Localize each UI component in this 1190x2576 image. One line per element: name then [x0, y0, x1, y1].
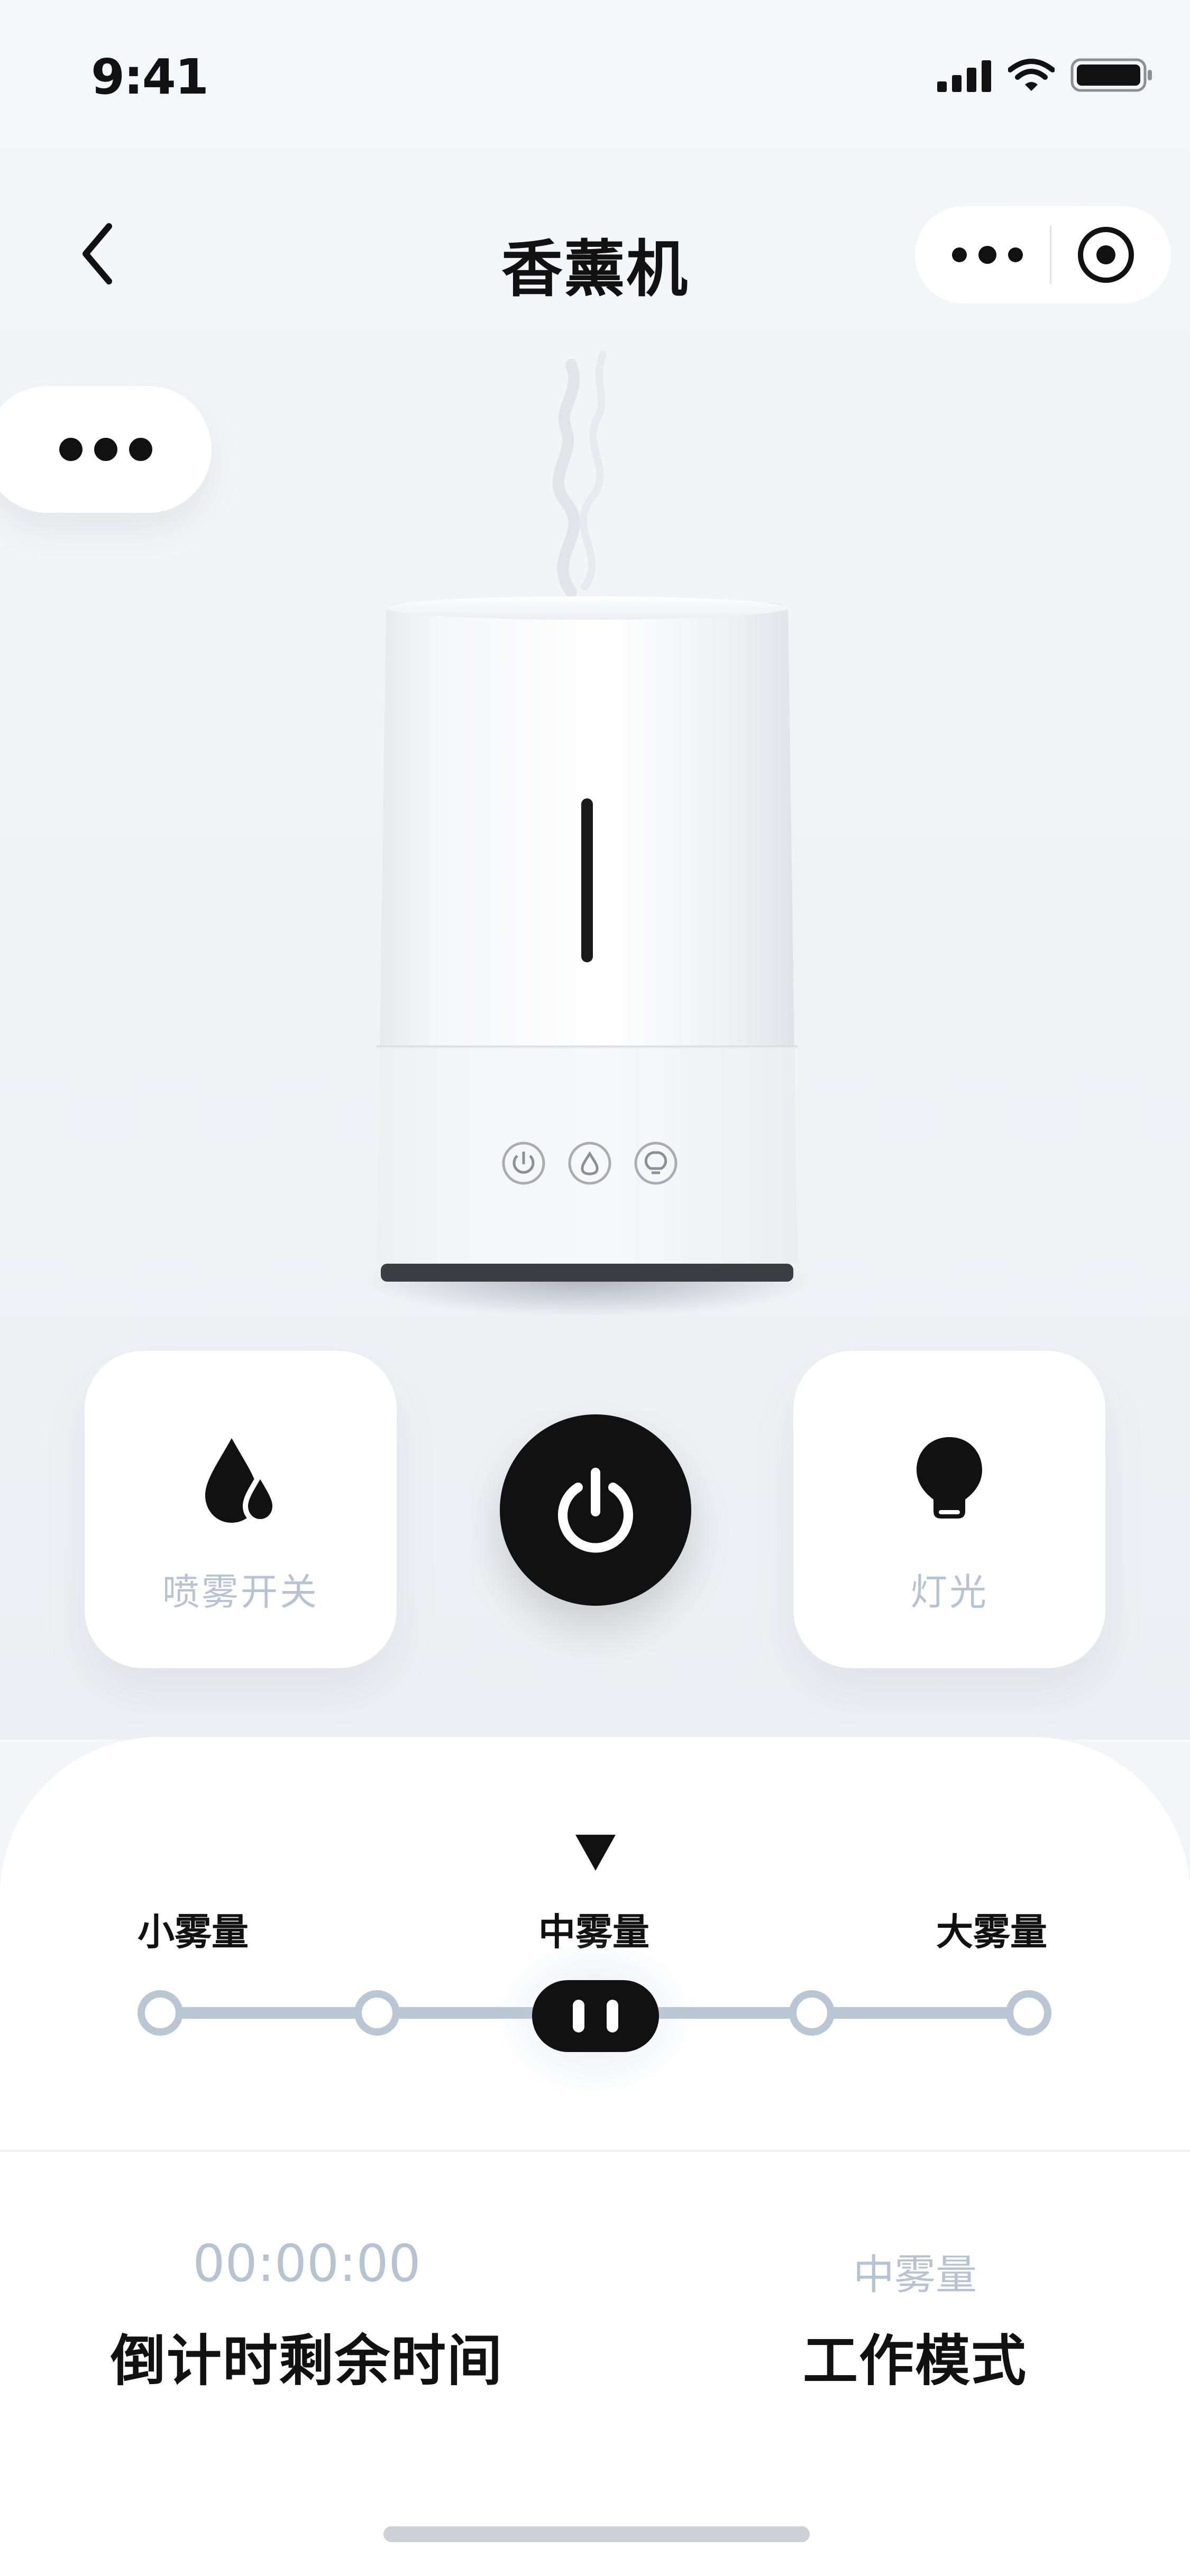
mist-level-node-1[interactable]	[138, 1990, 183, 2036]
power-button[interactable]	[500, 1414, 691, 1606]
countdown-label[interactable]: 倒计时剩余时间	[95, 2316, 518, 2396]
dot-icon	[59, 438, 83, 461]
work-mode-value: 中雾量	[853, 2251, 977, 2299]
more-menu-button[interactable]	[952, 246, 1023, 264]
status-icons	[937, 58, 1153, 92]
battery-icon	[1070, 58, 1152, 92]
spray-switch-label: 喷雾开关	[162, 1570, 319, 1614]
device-more-button[interactable]	[0, 386, 212, 513]
mist-level-large-label: 大雾量	[936, 1910, 1047, 1954]
water-drop-icon	[85, 1433, 397, 1533]
wifi-icon	[1008, 59, 1055, 91]
section-divider	[0, 2150, 1190, 2152]
aroma-diffuser-image	[365, 351, 809, 1317]
light-label: 灯光	[910, 1570, 988, 1614]
capsule-divider	[1049, 226, 1051, 284]
power-icon	[558, 1468, 633, 1553]
status-time: 9:41	[91, 49, 209, 105]
dot-icon	[94, 438, 117, 461]
signal-icon	[937, 60, 991, 92]
handle-grip-icon	[607, 2000, 618, 2032]
dot-icon	[978, 246, 996, 264]
mist-level-small-label: 小雾量	[138, 1910, 249, 1954]
light-card[interactable]: 灯光	[793, 1351, 1105, 1668]
handle-grip-icon	[573, 2000, 584, 2032]
level-pointer-icon	[575, 1835, 616, 1871]
spray-switch-card[interactable]: 喷雾开关	[85, 1351, 397, 1668]
mist-level-slider-handle[interactable]	[532, 1980, 659, 2052]
work-mode-label[interactable]: 工作模式	[756, 2316, 1074, 2396]
dot-icon	[129, 438, 152, 461]
mist-level-node-2[interactable]	[354, 1990, 400, 2036]
light-bulb-icon	[793, 1433, 1105, 1533]
mini-program-capsule	[915, 206, 1171, 303]
target-icon	[1096, 245, 1115, 264]
home-indicator	[383, 2526, 810, 2542]
dot-icon	[952, 247, 967, 262]
dot-icon	[1008, 247, 1023, 262]
mist-level-node-4[interactable]	[789, 1990, 835, 2036]
mist-level-node-5[interactable]	[1006, 1990, 1051, 2036]
close-target-button[interactable]	[1078, 227, 1134, 283]
countdown-value: 00:00:00	[193, 2234, 421, 2293]
